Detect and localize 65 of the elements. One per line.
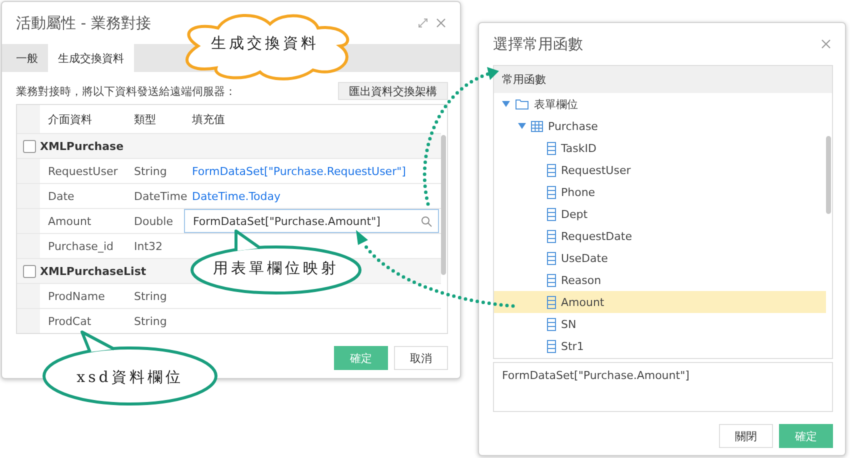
tab[interactable]: 生成交換資料 bbox=[48, 44, 134, 72]
export-button[interactable]: 匯出資料交換架構 bbox=[338, 82, 448, 100]
field-icon bbox=[547, 318, 556, 330]
table-cell-text: Date bbox=[47, 190, 76, 202]
table-cell-text: String bbox=[133, 314, 168, 328]
caret-icon[interactable] bbox=[502, 101, 510, 107]
expression-field[interactable]: FormDataSet["Purchase.Amount"] bbox=[493, 362, 833, 412]
callout-text: xsd資料欄位 bbox=[76, 368, 184, 387]
table-cell-text: RequestUser bbox=[47, 164, 119, 178]
tab[interactable]: 一般 bbox=[6, 44, 48, 72]
column-header: 類型 bbox=[133, 112, 157, 126]
table-cell-text: ProdCat bbox=[47, 314, 92, 328]
close-icon[interactable] bbox=[821, 39, 831, 49]
group-name: XMLPurchase bbox=[40, 140, 124, 152]
field-icon bbox=[547, 164, 556, 176]
field-icon bbox=[547, 186, 556, 198]
tree-item[interactable]: TaskID bbox=[494, 137, 826, 159]
table-icon bbox=[531, 120, 543, 132]
column-header: 介面資料 bbox=[47, 112, 93, 126]
tree-item[interactable]: Amount bbox=[494, 291, 826, 313]
field-icon bbox=[547, 296, 556, 308]
table-cell-text: String bbox=[133, 164, 168, 178]
group-name: XMLPurchaseList bbox=[40, 264, 146, 278]
tree-header: 常用函數 bbox=[494, 66, 832, 93]
scrollbar[interactable] bbox=[441, 135, 446, 275]
table-cell-text: Int32 bbox=[133, 240, 164, 252]
close-icon[interactable] bbox=[436, 18, 446, 28]
caret-icon[interactable] bbox=[518, 123, 526, 129]
tree-item[interactable]: Purchase bbox=[494, 115, 826, 137]
tree-item[interactable]: Str1 bbox=[494, 335, 826, 357]
value-link[interactable]: FormDataSet["Purchase.RequestUser"] bbox=[184, 164, 441, 178]
tree-item[interactable]: Phone bbox=[494, 181, 826, 203]
close-button[interactable]: 關閉 bbox=[719, 424, 773, 448]
checkbox[interactable] bbox=[23, 140, 36, 152]
folder-icon bbox=[515, 98, 529, 110]
table-cell-text: String bbox=[133, 290, 168, 302]
table-cell-text: Double bbox=[133, 214, 174, 228]
tree-item[interactable]: Dept bbox=[494, 203, 826, 225]
column-header: 填充值 bbox=[191, 112, 226, 126]
value-input-field[interactable]: FormDataSet["Purchase.Amount"] bbox=[184, 209, 439, 233]
callout-text: 生成交換資料 bbox=[210, 34, 320, 53]
checkbox[interactable] bbox=[23, 264, 36, 278]
field-icon bbox=[547, 208, 556, 220]
field-icon bbox=[547, 252, 556, 264]
table-cell-text: ProdName bbox=[47, 290, 106, 302]
field-icon bbox=[547, 340, 556, 352]
field-icon bbox=[547, 230, 556, 242]
scrollbar[interactable] bbox=[826, 136, 831, 214]
tree-item[interactable]: RequestUser bbox=[494, 159, 826, 181]
tree-item[interactable]: UseDate bbox=[494, 247, 826, 269]
callout-text: 用表單欄位映射 bbox=[212, 259, 340, 278]
table-cell-text: Amount bbox=[47, 214, 92, 228]
field-icon bbox=[547, 142, 556, 154]
search-icon[interactable] bbox=[421, 216, 432, 226]
table-cell-text: Purchase_id bbox=[47, 240, 114, 252]
field-icon bbox=[547, 274, 556, 286]
description-text: 業務對接時，將以下資料發送給遠端伺服器： bbox=[16, 84, 236, 98]
expand-icon[interactable] bbox=[418, 18, 428, 28]
dialog-title: 選擇常用函數 bbox=[493, 34, 583, 54]
tree-item[interactable]: RequestDate bbox=[494, 225, 826, 247]
cancel-button[interactable]: 取消 bbox=[394, 346, 448, 370]
tree-item[interactable]: 表單欄位 bbox=[494, 93, 826, 115]
tree-item[interactable]: Reason bbox=[494, 269, 826, 291]
tree-item[interactable]: SN bbox=[494, 313, 826, 335]
dialog-title: 活動屬性 - 業務對接 bbox=[16, 14, 151, 32]
